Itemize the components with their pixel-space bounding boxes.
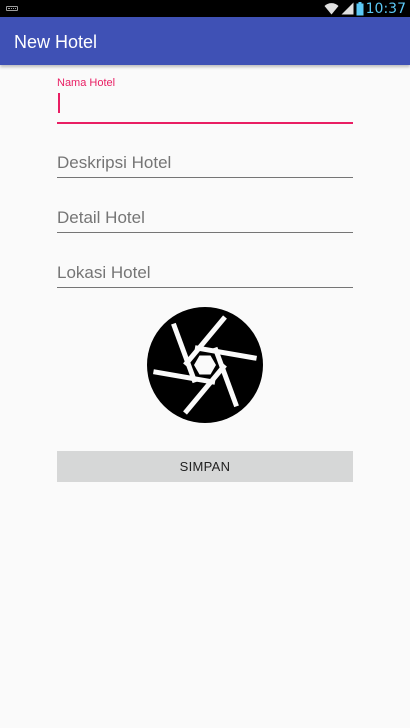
deskripsi-hotel-underline	[57, 177, 353, 178]
deskripsi-hotel-field[interactable]	[57, 146, 353, 178]
detail-hotel-field[interactable]	[57, 201, 353, 233]
app-title: New Hotel	[14, 32, 98, 52]
detail-hotel-underline	[57, 232, 353, 233]
lokasi-hotel-input[interactable]	[57, 258, 353, 288]
app-bar: New Hotel	[0, 17, 410, 65]
wifi-icon	[324, 3, 339, 15]
lokasi-hotel-field[interactable]	[57, 256, 353, 288]
lokasi-hotel-underline	[57, 287, 353, 288]
detail-hotel-input[interactable]	[57, 203, 353, 233]
status-icons	[324, 1, 364, 16]
hotel-image-picker[interactable]	[146, 306, 264, 424]
deskripsi-hotel-input[interactable]	[57, 148, 353, 178]
nama-hotel-input[interactable]	[57, 94, 353, 124]
signal-icon	[341, 2, 354, 15]
nama-hotel-label: Nama Hotel	[57, 77, 116, 89]
status-bar: 10:37	[0, 0, 410, 17]
save-button[interactable]: SIMPAN	[57, 451, 353, 482]
text-cursor	[58, 93, 60, 113]
battery-icon	[356, 1, 364, 15]
nama-hotel-field[interactable]: Nama Hotel	[57, 77, 353, 124]
camera-aperture-icon	[147, 307, 263, 423]
status-time: 10:37	[365, 1, 406, 17]
nama-hotel-underline	[57, 122, 353, 124]
keyboard-icon	[6, 6, 18, 11]
